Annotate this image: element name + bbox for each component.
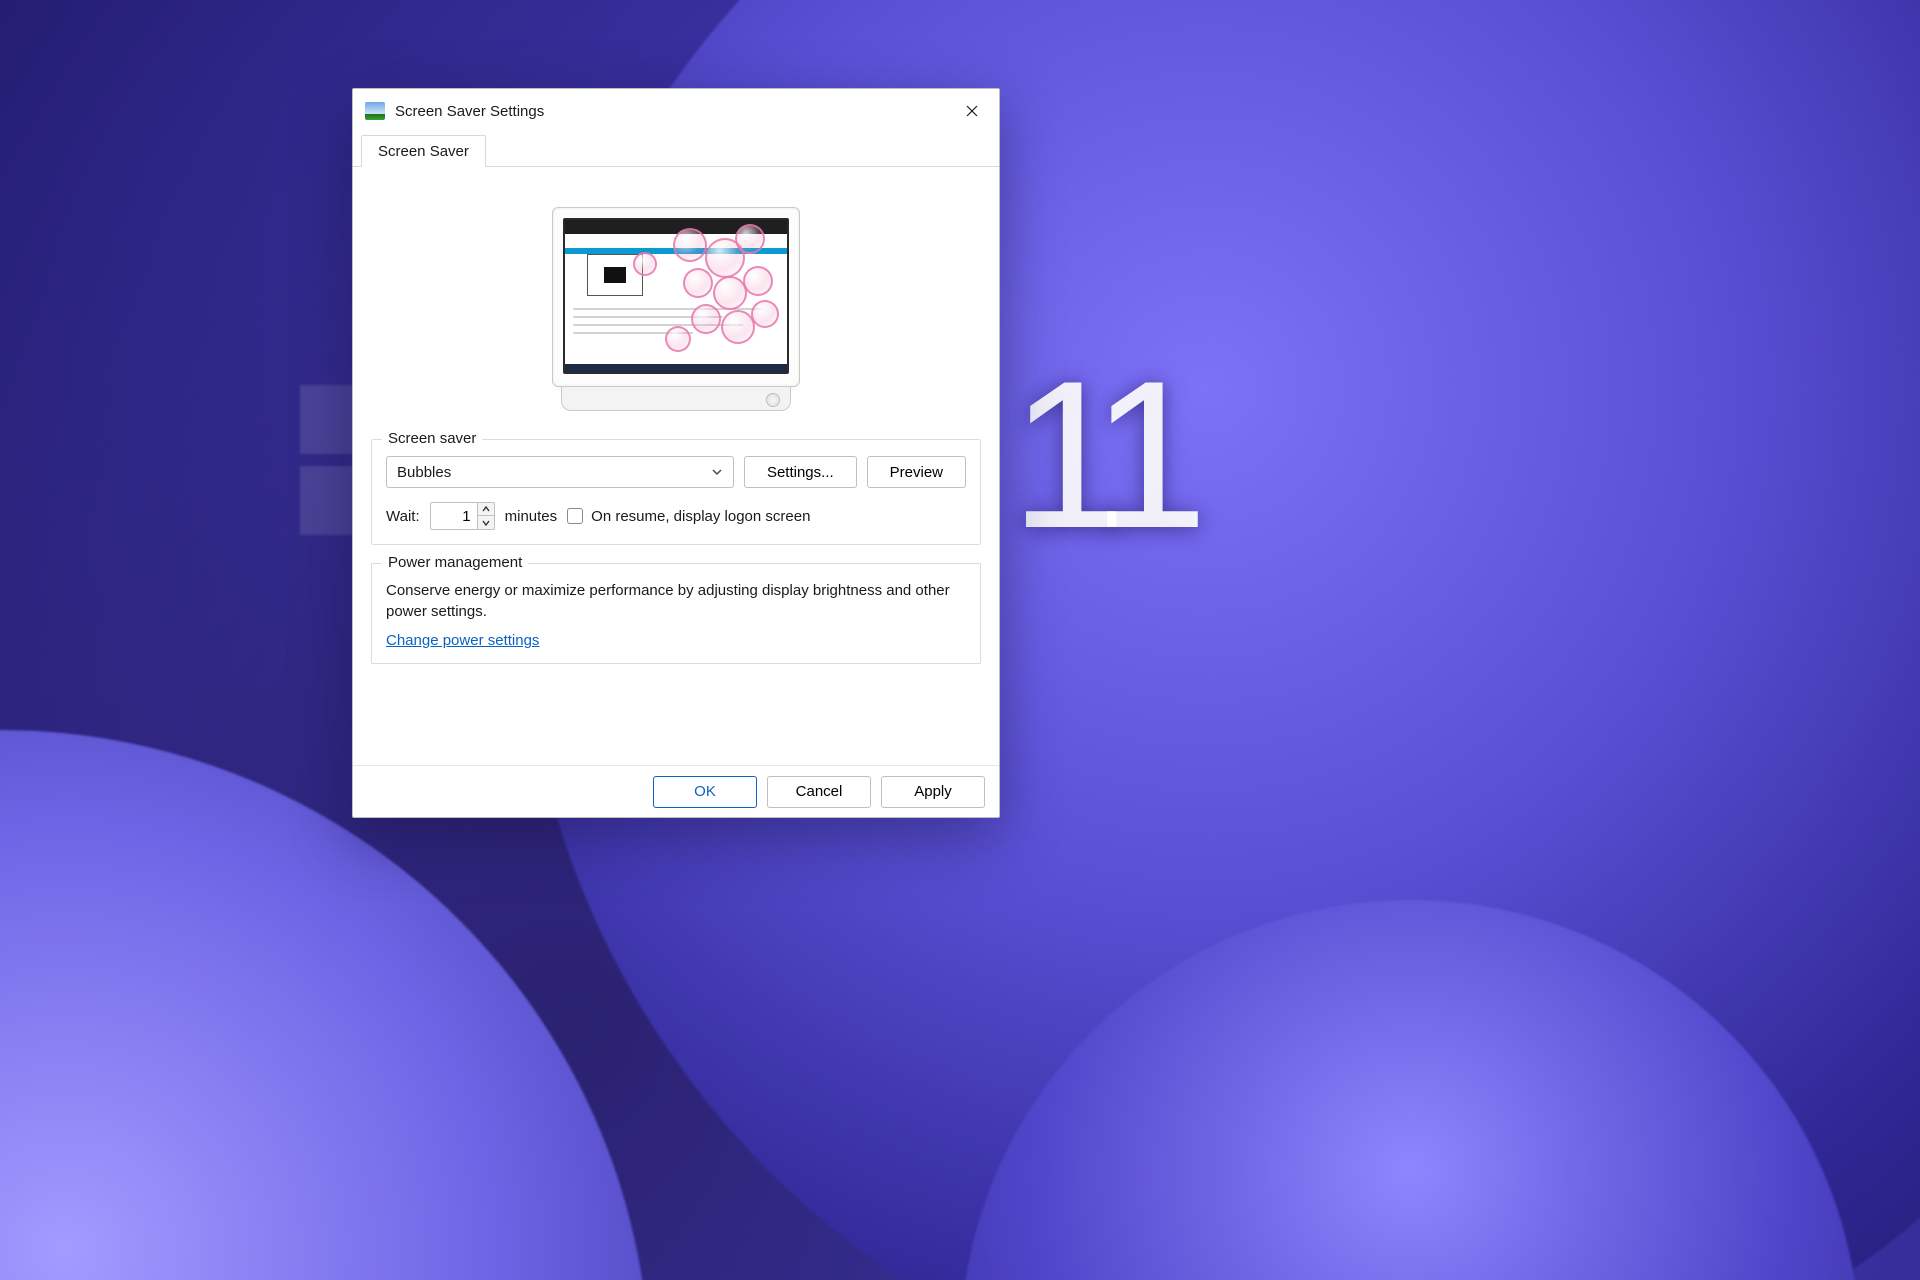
resume-logon-checkbox[interactable]: On resume, display logon screen (567, 508, 810, 525)
screensaver-settings-button[interactable]: Settings... (744, 456, 857, 488)
screensaver-dropdown[interactable]: Bubbles (386, 456, 734, 488)
preview-monitor-icon (552, 207, 800, 413)
preview-area (371, 189, 981, 439)
screensaver-preview-button[interactable]: Preview (867, 456, 966, 488)
window-title: Screen Saver Settings (395, 103, 544, 120)
tabstrip: Screen Saver (353, 133, 999, 167)
power-management-group: Power management Conserve energy or maxi… (371, 563, 981, 664)
resume-logon-label: On resume, display logon screen (591, 508, 810, 525)
os-version-label: 11 (1010, 350, 1188, 560)
power-management-description: Conserve energy or maximize performance … (386, 580, 966, 622)
screen-saver-settings-dialog: Screen Saver Settings Screen Saver (352, 88, 1000, 818)
wait-unit-label: minutes (505, 508, 558, 525)
panel: Screen saver Bubbles Settings... Preview… (353, 167, 999, 765)
close-button[interactable] (949, 95, 995, 127)
ok-button[interactable]: OK (653, 776, 757, 808)
caret-down-icon (482, 520, 490, 526)
change-power-settings-link[interactable]: Change power settings (386, 632, 539, 649)
close-icon (966, 105, 978, 117)
wait-spin-down-button[interactable] (478, 516, 494, 529)
screensaver-group: Screen saver Bubbles Settings... Preview… (371, 439, 981, 545)
power-management-legend: Power management (382, 554, 528, 571)
app-icon (365, 102, 385, 120)
screensaver-dropdown-value: Bubbles (397, 464, 451, 481)
wait-spin-up-button[interactable] (478, 503, 494, 516)
checkbox-icon (567, 508, 583, 524)
caret-up-icon (482, 506, 490, 512)
apply-button[interactable]: Apply (881, 776, 985, 808)
cancel-button[interactable]: Cancel (767, 776, 871, 808)
wait-label: Wait: (386, 508, 420, 525)
dialog-footer: OK Cancel Apply (353, 765, 999, 817)
screensaver-legend: Screen saver (382, 430, 482, 447)
tab-screen-saver[interactable]: Screen Saver (361, 135, 486, 167)
wait-spinner[interactable] (430, 502, 495, 530)
titlebar: Screen Saver Settings (353, 89, 999, 133)
chevron-down-icon (711, 466, 723, 478)
wait-input[interactable] (431, 503, 477, 529)
